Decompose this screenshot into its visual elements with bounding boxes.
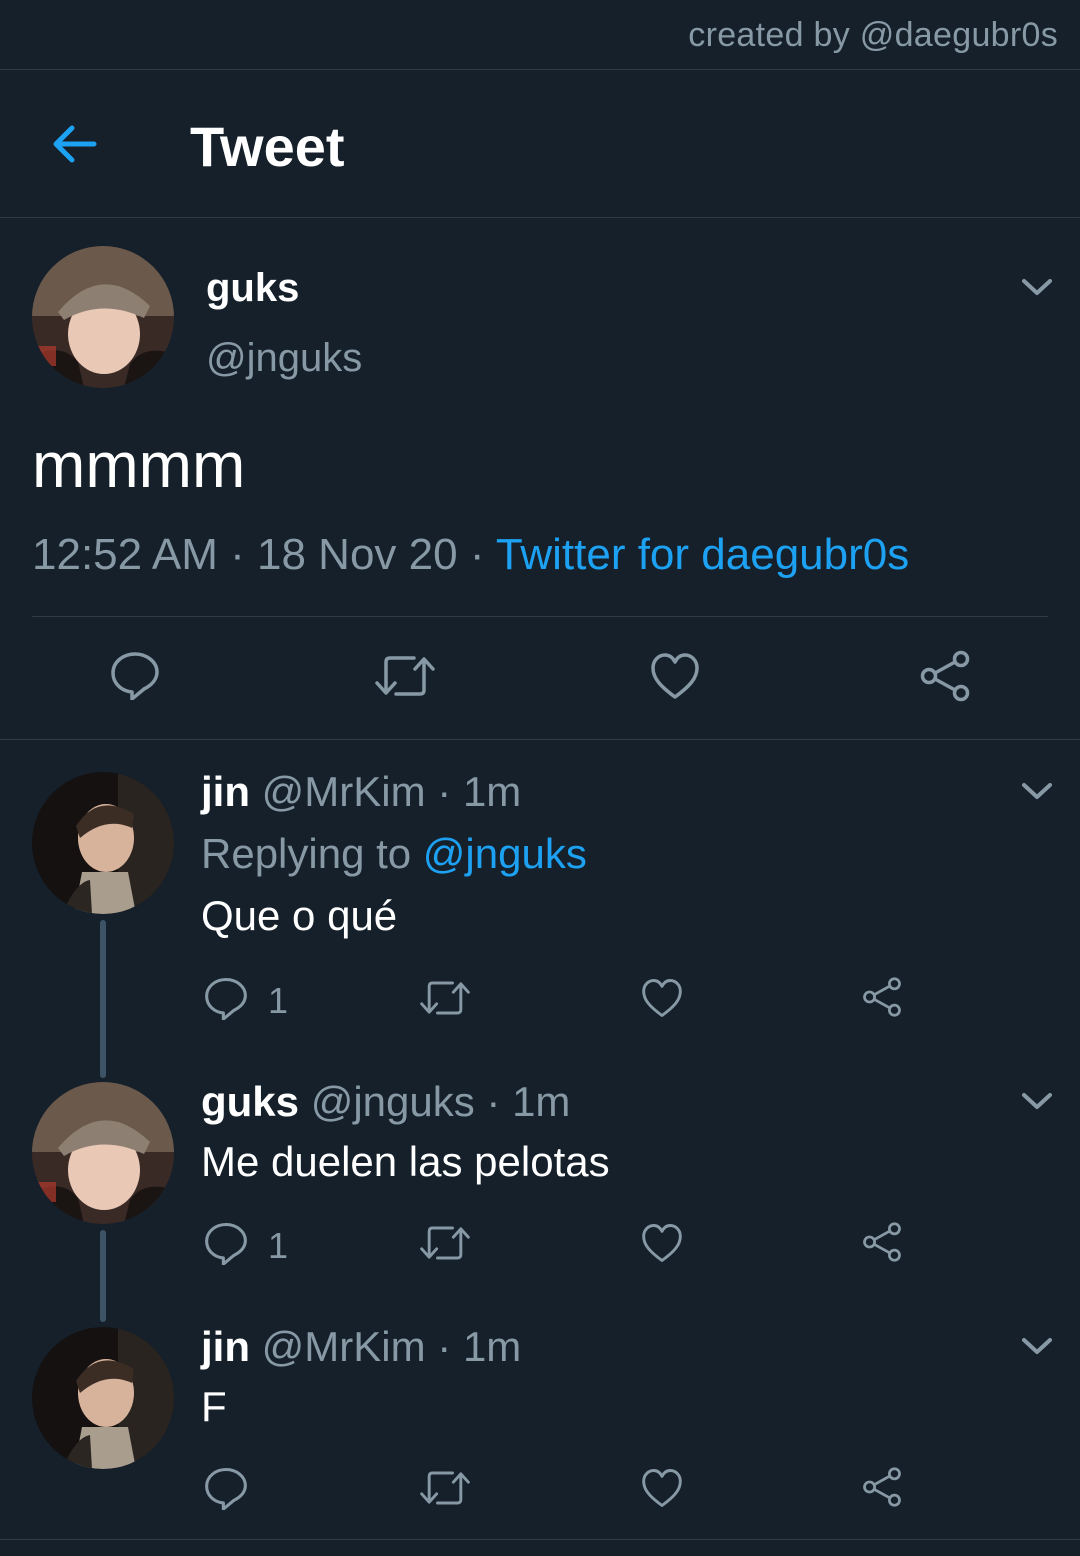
- like-icon[interactable]: [641, 978, 683, 1018]
- reply-icon[interactable]: [204, 976, 248, 1020]
- retweet-icon[interactable]: [419, 1468, 471, 1508]
- like-icon[interactable]: [650, 652, 700, 700]
- reply-count: 1: [268, 980, 289, 1021]
- reply-header: guks @jnguks · 1m: [201, 1078, 570, 1126]
- reply-time: · 1m: [437, 768, 522, 815]
- chevron-down-icon[interactable]: [1020, 780, 1054, 802]
- thread-line: [100, 1230, 106, 1322]
- reply-text: Que o qué: [201, 892, 398, 939]
- watermark-text: created by @daegubr0s: [688, 16, 1058, 54]
- author-name[interactable]: guks: [206, 266, 299, 311]
- watermark-bar: created by @daegubr0s: [0, 0, 1080, 70]
- reply-time: · 1m: [437, 1323, 522, 1370]
- reply-header: jin @MrKim · 1m: [201, 768, 521, 816]
- reply-icon[interactable]: [110, 650, 160, 700]
- reply-author-handle[interactable]: @MrKim: [262, 1323, 426, 1370]
- header-bar: Tweet: [0, 70, 1080, 218]
- share-icon[interactable]: [861, 976, 903, 1018]
- like-icon[interactable]: [641, 1223, 683, 1263]
- share-icon[interactable]: [861, 1466, 903, 1508]
- chevron-down-icon[interactable]: [1020, 1335, 1054, 1357]
- like-icon[interactable]: [641, 1468, 683, 1508]
- tweet-source-link[interactable]: Twitter for daegubr0s: [496, 530, 909, 579]
- reply-text: F: [201, 1383, 227, 1430]
- reply-author-name[interactable]: jin: [201, 768, 250, 815]
- reply-header: jin @MrKim · 1m: [201, 1323, 521, 1371]
- avatar-guks[interactable]: [32, 1082, 174, 1224]
- share-icon[interactable]: [918, 650, 972, 702]
- divider: [32, 616, 1048, 617]
- replying-to-label: Replying to: [201, 830, 412, 877]
- reply-count: 1: [268, 1225, 289, 1266]
- tweet-time: 12:52 AM: [32, 530, 218, 579]
- mention-link[interactable]: @jnguks: [423, 830, 587, 877]
- section-divider: [0, 1539, 1080, 1540]
- avatar-jin[interactable]: [32, 1327, 174, 1469]
- retweet-icon[interactable]: [374, 652, 436, 700]
- meta-separator: ·: [457, 530, 496, 579]
- tweet-meta: 12:52 AM · 18 Nov 20 · Twitter for daegu…: [32, 530, 909, 580]
- thread-line: [100, 920, 106, 1078]
- reply-time: · 1m: [486, 1078, 571, 1125]
- reply-author-name[interactable]: jin: [201, 1323, 250, 1370]
- reply-author-handle[interactable]: @jnguks: [311, 1078, 475, 1125]
- page-title: Tweet: [190, 115, 345, 178]
- avatar-jin[interactable]: [32, 772, 174, 914]
- share-icon[interactable]: [861, 1221, 903, 1263]
- reply-icon[interactable]: [204, 1221, 248, 1265]
- reply-author-name[interactable]: guks: [201, 1078, 299, 1125]
- author-handle[interactable]: @jnguks: [206, 336, 362, 381]
- replying-to: Replying to @jnguks: [201, 830, 587, 878]
- retweet-icon[interactable]: [419, 978, 471, 1018]
- retweet-icon[interactable]: [419, 1223, 471, 1263]
- tweet-text: mmmm: [32, 429, 246, 501]
- tweet-date: 18 Nov 20: [257, 530, 458, 579]
- chevron-down-icon[interactable]: [1020, 1090, 1054, 1112]
- avatar-guks[interactable]: [32, 246, 174, 388]
- reply-author-handle[interactable]: @MrKim: [262, 768, 426, 815]
- chevron-down-icon[interactable]: [1020, 276, 1054, 298]
- reply-text: Me duelen las pelotas: [201, 1138, 610, 1185]
- back-arrow-icon[interactable]: [50, 120, 98, 168]
- reply-icon[interactable]: [204, 1466, 248, 1510]
- meta-separator: ·: [217, 530, 258, 579]
- section-divider: [0, 739, 1080, 740]
